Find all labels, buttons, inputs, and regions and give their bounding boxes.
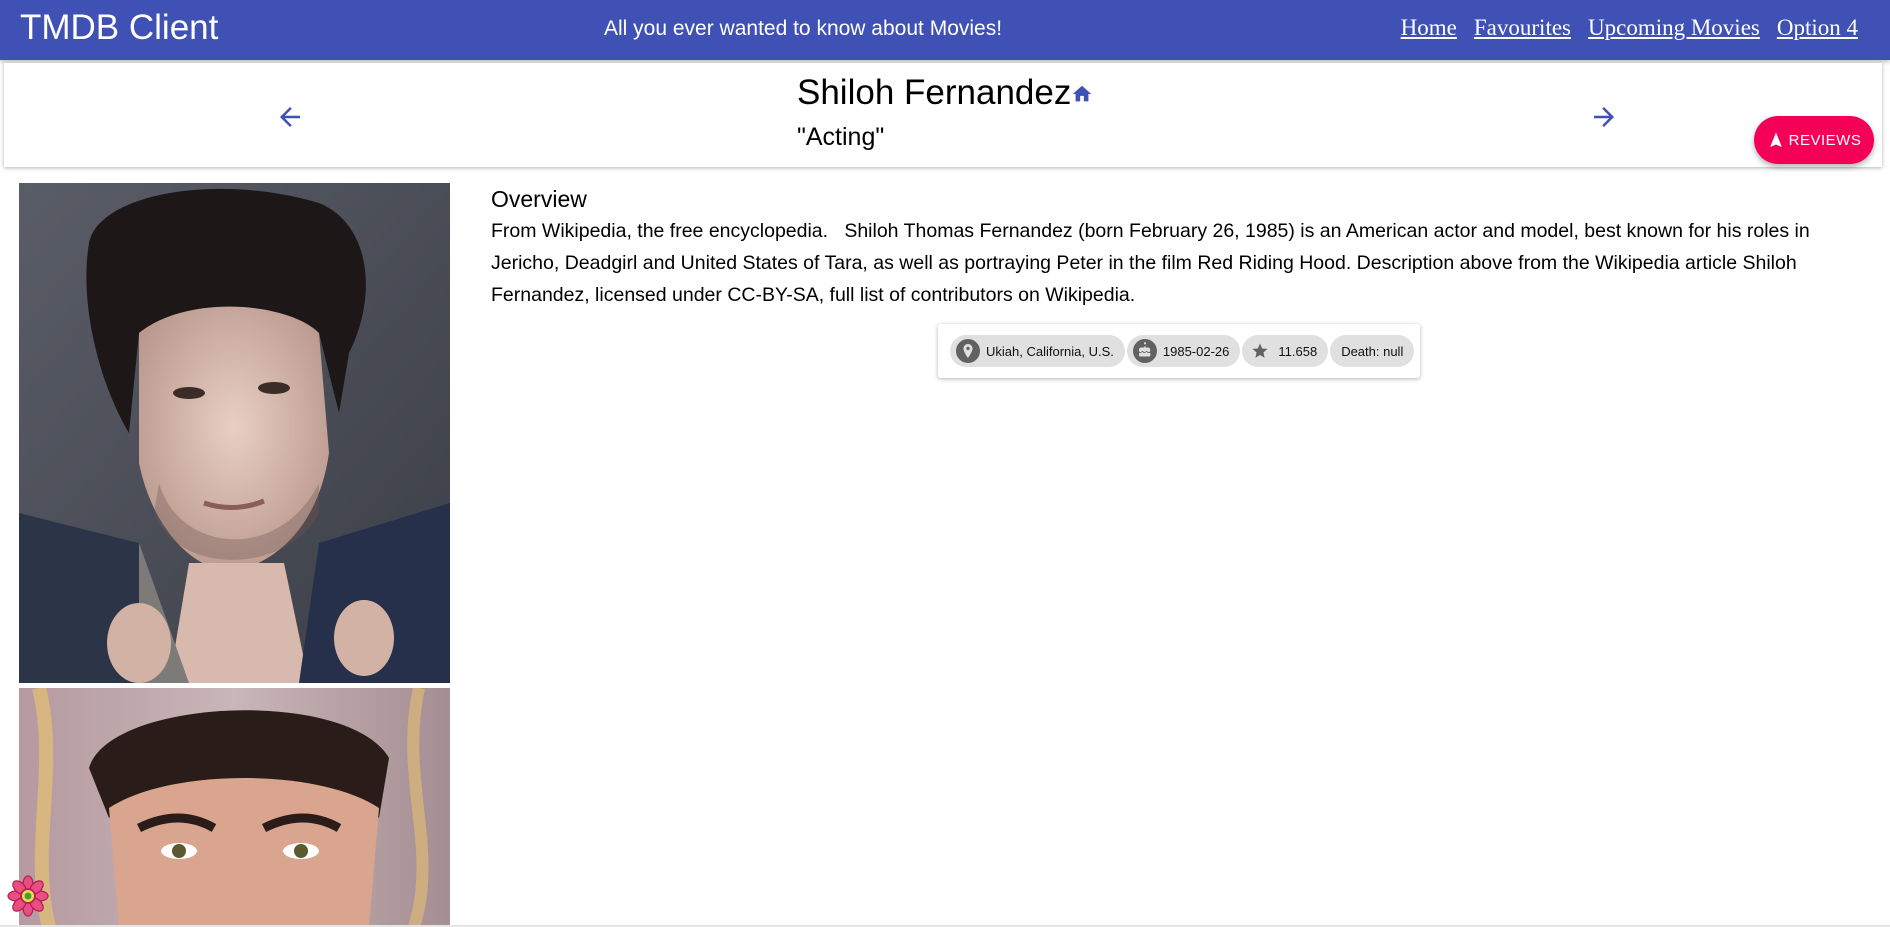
birthday-chip: 1985-02-26 <box>1126 335 1241 367</box>
birthplace-text: Ukiah, California, U.S. <box>986 343 1114 359</box>
death-chip: Death: null <box>1330 335 1415 367</box>
nav-home-link[interactable]: Home <box>1401 13 1457 43</box>
home-icon[interactable] <box>1071 81 1093 105</box>
popularity-chip: 11.658 <box>1242 335 1329 367</box>
person-header-card: Shiloh Fernandez "Acting" <box>4 63 1882 167</box>
person-photo <box>19 183 450 683</box>
app-tagline: All you ever wanted to know about Movies… <box>604 17 1003 40</box>
birthday-text: 1985-02-26 <box>1162 343 1230 359</box>
overview-heading: Overview <box>491 186 587 212</box>
next-button[interactable] <box>1580 93 1628 141</box>
person-role: "Acting" <box>797 123 885 151</box>
death-text: Death: null <box>1341 343 1404 359</box>
previous-button[interactable] <box>266 93 314 141</box>
reviews-button-label: REVIEWS <box>1788 131 1862 149</box>
cake-icon <box>1132 339 1157 363</box>
person-photo-secondary <box>19 688 450 927</box>
arrow-forward-icon <box>1594 107 1614 127</box>
person-info-chips: Ukiah, California, U.S. 1985-02-26 11.65… <box>938 324 1420 378</box>
birthplace-chip: Ukiah, California, U.S. <box>950 335 1125 367</box>
react-logo-icon <box>7 875 49 917</box>
react-devtools-button[interactable] <box>6 874 50 918</box>
nav-favourites-link[interactable]: Favourites <box>1474 13 1571 43</box>
main-nav: Home Favourites Upcoming Movies Option 4 <box>1401 13 1858 43</box>
location-pin-icon <box>956 339 980 363</box>
app-bar: TMDB Client All you ever wanted to know … <box>0 0 1890 60</box>
nav-upcoming-movies-link[interactable]: Upcoming Movies <box>1588 13 1760 43</box>
nav-option-4-link[interactable]: Option 4 <box>1777 13 1858 43</box>
star-icon <box>1252 343 1268 358</box>
overview-text: From Wikipedia, the free encyclopedia. S… <box>491 220 1816 306</box>
arrow-back-icon <box>280 107 300 127</box>
person-name: Shiloh Fernandez <box>797 73 1072 112</box>
person-name-row: Shiloh Fernandez <box>797 71 1093 115</box>
reviews-button[interactable]: REVIEWS <box>1754 116 1874 164</box>
navigation-icon <box>1770 132 1782 147</box>
app-title: TMDB Client <box>20 8 219 47</box>
popularity-text: 11.658 <box>1278 343 1318 359</box>
